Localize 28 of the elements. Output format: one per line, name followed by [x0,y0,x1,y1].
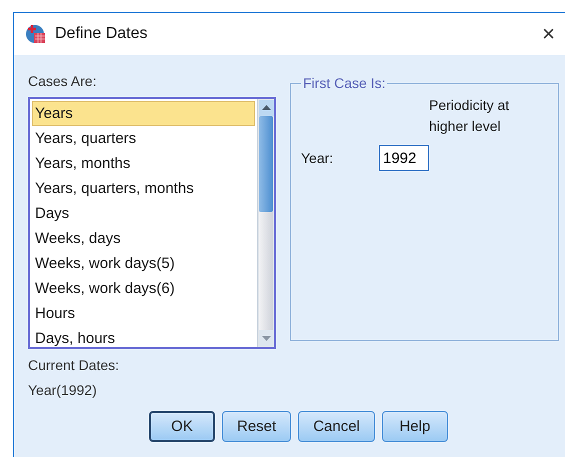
current-dates-label: Current Dates: [28,357,120,374]
list-item[interactable]: Years, quarters [32,126,255,151]
list-item[interactable]: Weeks, work days(5) [32,251,255,276]
list-item[interactable]: Hours [32,301,255,326]
scroll-thumb[interactable] [259,116,273,212]
close-button[interactable]: × [542,21,555,47]
dialog-button[interactable]: OK [149,411,215,442]
list-item[interactable]: Days [32,201,255,226]
field-label: Year: [301,150,334,166]
list-item[interactable]: Days, hours [32,326,255,351]
dialog-button[interactable]: Help [382,411,448,442]
list-item[interactable]: Years, quarters, months [32,176,255,201]
list-item[interactable]: Weeks, days [32,226,255,251]
list-item[interactable]: Years [32,101,255,126]
group-legend: First Case Is: [301,75,388,91]
list-item[interactable]: Years, months [32,151,255,176]
window-title: Define Dates [55,25,148,43]
scroll-up-icon[interactable] [259,100,274,116]
list-item[interactable]: Weeks, work days(6) [32,276,255,301]
periodicity-header: Periodicity at higher level [429,96,510,136]
dialog-button[interactable]: Cancel [298,411,375,442]
year-field[interactable]: 1992 [379,145,429,171]
scrollbar[interactable] [257,99,274,347]
list-label: Cases Are: [28,73,98,89]
dialog-button[interactable]: Reset [222,411,292,442]
calendar-icon [25,23,47,45]
current-dates-value: Year(1992) [28,382,98,399]
cases-list[interactable]: Years Years, quarters Years, months Years, quarters, months Days Weeks, days Weeks, work days(5) Weeks, work days(6) Hours Days, hours [28,97,276,349]
